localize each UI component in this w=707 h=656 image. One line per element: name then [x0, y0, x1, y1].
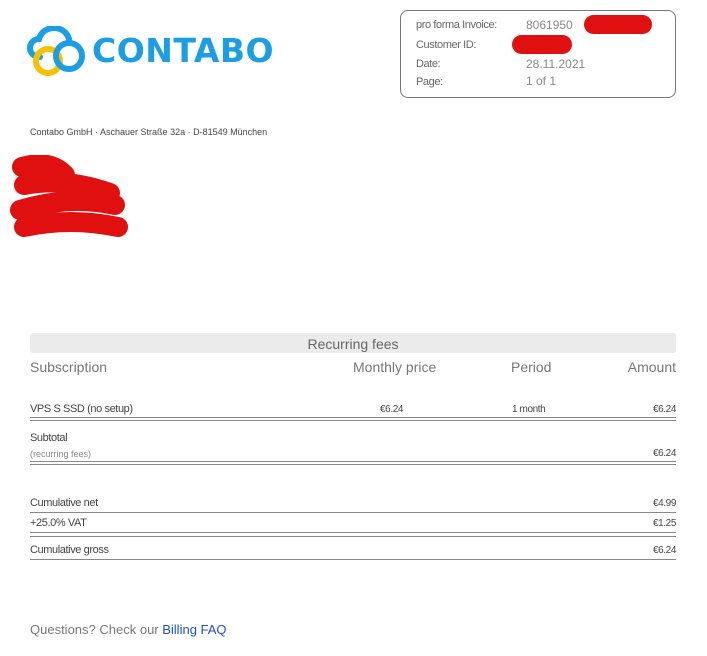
date-label: Date: — [416, 58, 441, 70]
row-amount: €6.24 — [652, 404, 676, 415]
cloud-logo-icon — [26, 26, 85, 76]
cumulative-gross-label: Cumulative gross — [30, 544, 109, 556]
vat-amount: €1.25 — [652, 518, 676, 529]
cumulative-net-amount: €4.99 — [652, 498, 676, 509]
column-header-monthly-price: Monthly price — [353, 359, 437, 375]
invoice-info-box: pro forma Invoice: 8061950 Customer ID: … — [400, 10, 676, 98]
page-number: 1 of 1 — [526, 74, 557, 88]
contabo-logo: CONTABO — [26, 26, 296, 76]
column-header-subscription: Subscription — [30, 359, 108, 375]
billing-faq-link[interactable]: Billing FAQ — [162, 622, 226, 637]
subtotal-amount: €6.24 — [652, 448, 676, 459]
net-divider — [30, 512, 676, 513]
invoice-number: 8061950 — [526, 18, 573, 32]
section-title: Recurring fees — [307, 336, 399, 352]
gross-divider — [30, 559, 676, 560]
vat-divider — [30, 536, 676, 537]
customer-id-label: Customer ID: — [416, 39, 476, 51]
subtotal-divider — [30, 461, 676, 462]
brand-name: CONTABO — [92, 31, 275, 70]
redaction-mark — [584, 15, 652, 34]
row-period: 1 month — [512, 404, 546, 415]
row-divider — [30, 420, 676, 421]
questions-text: Questions? Check our — [30, 622, 163, 637]
invoice-date: 28.11.2021 — [526, 57, 586, 71]
subtotal-label: Subtotal — [30, 432, 68, 444]
column-header-amount: Amount — [627, 359, 676, 375]
redacted-address — [10, 155, 128, 237]
cumulative-gross-amount: €6.24 — [652, 545, 676, 556]
questions-line: Questions? Check our Billing FAQ — [30, 622, 227, 637]
vat-divider — [30, 532, 676, 533]
vat-label: +25.0% VAT — [30, 517, 87, 529]
column-header-period: Period — [511, 359, 552, 375]
cumulative-net-label: Cumulative net — [30, 497, 98, 509]
page-label: Page: — [416, 76, 443, 88]
row-monthly-price: €6.24 — [380, 404, 404, 415]
sender-address: Contabo GmbH · Aschauer Straße 32a · D-8… — [30, 127, 268, 137]
section-header-recurring-fees: Recurring fees — [30, 333, 676, 353]
invoice-label: pro forma Invoice: — [416, 19, 497, 31]
subtotal-divider — [30, 464, 676, 465]
row-subscription: VPS S SSD (no setup) — [30, 403, 133, 415]
subtotal-sublabel: (recurring fees) — [30, 449, 92, 459]
row-divider — [30, 417, 676, 418]
redaction-mark — [512, 35, 572, 54]
